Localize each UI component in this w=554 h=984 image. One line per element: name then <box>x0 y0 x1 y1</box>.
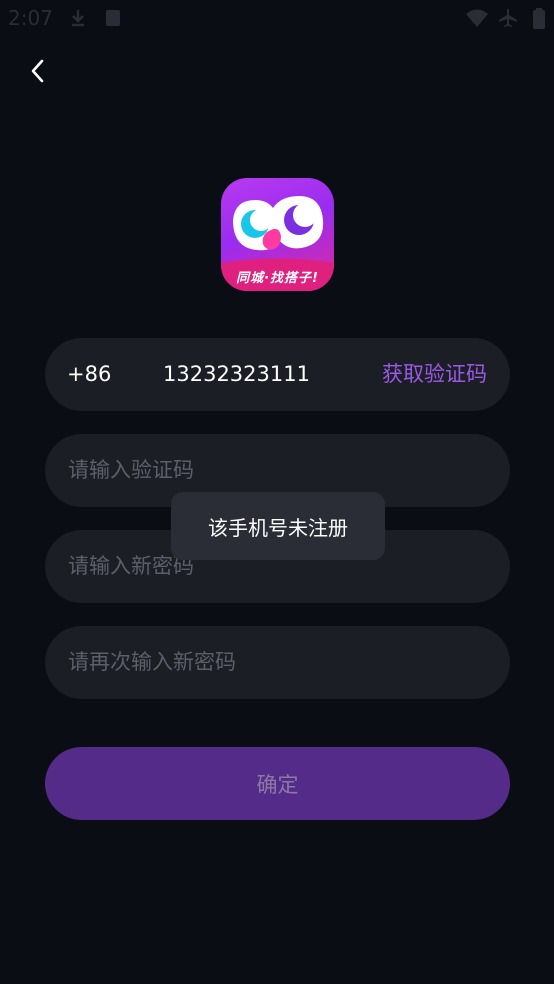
app-logo: 同城·找搭子! <box>221 178 334 291</box>
battery-icon <box>532 8 546 34</box>
confirm-button[interactable]: 确定 <box>45 747 510 820</box>
forgot-password-screen: 2:07 同城·找搭子! +86 13232323111 获取验证码 请输入验证… <box>0 0 554 984</box>
logo-tagline: 同城·找搭子! <box>236 270 319 286</box>
airplane-icon <box>498 8 518 32</box>
phone-input[interactable]: 13232323111 <box>163 338 310 411</box>
get-code-button[interactable]: 获取验证码 <box>382 338 487 411</box>
country-code-selector[interactable]: +86 <box>67 338 111 411</box>
back-button[interactable] <box>20 54 54 88</box>
wifi-icon <box>465 8 489 32</box>
chevron-left-icon <box>31 59 44 83</box>
image-icon <box>104 8 122 32</box>
download-icon <box>68 8 88 32</box>
status-bar: 2:07 <box>0 0 554 36</box>
toast-message: 该手机号未注册 <box>171 492 385 560</box>
status-time: 2:07 <box>8 6 53 30</box>
confirm-password-field[interactable]: 请再次输入新密码 <box>45 626 510 699</box>
confirm-password-placeholder: 请再次输入新密码 <box>68 650 236 674</box>
phone-field[interactable]: +86 13232323111 获取验证码 <box>45 338 510 411</box>
